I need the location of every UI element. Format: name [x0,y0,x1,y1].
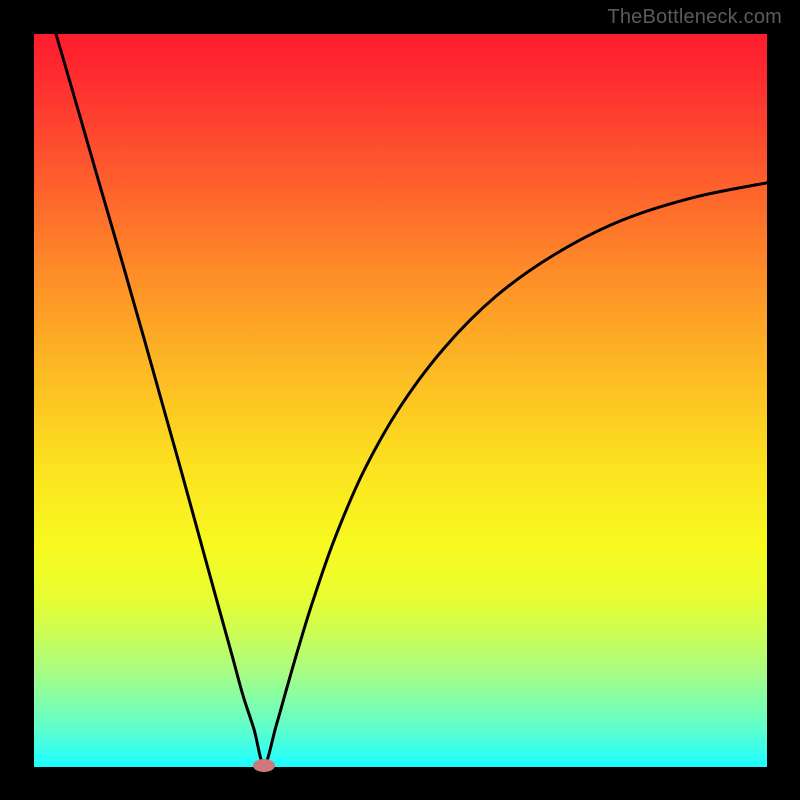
bottleneck-curve [34,34,767,767]
attribution-text: TheBottleneck.com [607,6,782,29]
plot-area [34,34,767,767]
optimal-point-marker [253,759,275,772]
chart-frame: TheBottleneck.com [0,0,800,800]
